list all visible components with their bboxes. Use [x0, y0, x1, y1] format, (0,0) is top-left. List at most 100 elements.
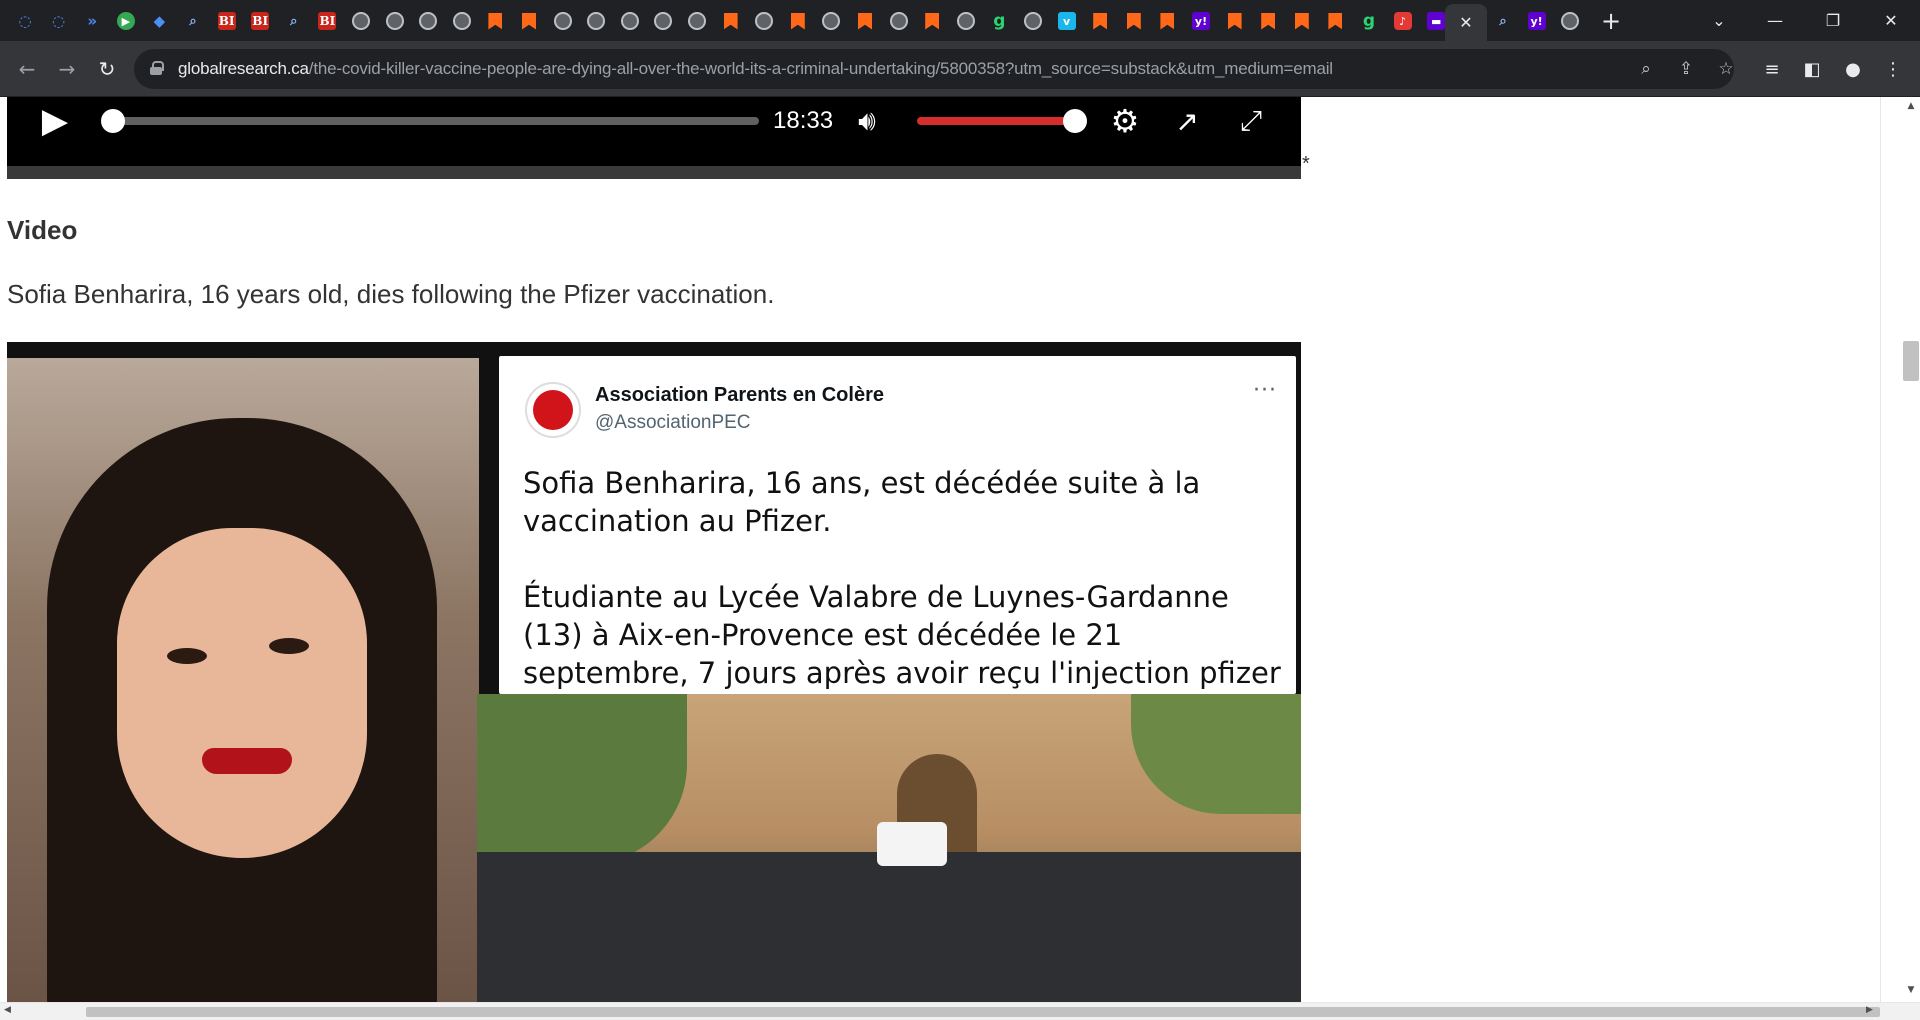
- volume-slider[interactable]: [917, 117, 1075, 125]
- browser-tab[interactable]: [785, 8, 811, 34]
- fullscreen-button[interactable]: ⤢: [1231, 101, 1271, 141]
- side-panel-icon[interactable]: ◧: [1797, 54, 1827, 84]
- browser-tab[interactable]: ◌: [12, 8, 38, 34]
- avatar-logo-icon: [533, 390, 573, 430]
- active-tab[interactable]: ✕: [1445, 4, 1487, 41]
- lock-icon[interactable]: [150, 61, 164, 75]
- bookmark-star-icon[interactable]: ☆: [1714, 58, 1738, 80]
- browser-tab[interactable]: [482, 8, 508, 34]
- share-icon[interactable]: ⇪: [1674, 58, 1698, 80]
- browser-tab[interactable]: [886, 8, 912, 34]
- browser-tab[interactable]: y!: [1524, 8, 1550, 34]
- profile-icon[interactable]: ●: [1838, 54, 1868, 84]
- popout-button[interactable]: ↗: [1167, 101, 1207, 141]
- tree-foliage: [1131, 694, 1301, 814]
- substack-bookmark-icon: [1091, 12, 1109, 30]
- minimize-button[interactable]: —: [1746, 0, 1804, 41]
- play-button[interactable]: ▶: [37, 101, 73, 141]
- funeral-photo: [477, 694, 1301, 1002]
- browser-tab[interactable]: y!: [1188, 8, 1214, 34]
- browser-tab[interactable]: ⌕: [180, 8, 206, 34]
- browser-tab[interactable]: ♪: [1390, 8, 1416, 34]
- media-control-icon[interactable]: ≡: [1757, 54, 1787, 84]
- browser-tab[interactable]: g: [986, 8, 1012, 34]
- close-tab-icon[interactable]: ✕: [1459, 13, 1472, 32]
- browser-tab[interactable]: [1154, 8, 1180, 34]
- browser-tab[interactable]: »: [79, 8, 105, 34]
- browser-tab[interactable]: BI: [247, 8, 273, 34]
- browser-tab[interactable]: [583, 8, 609, 34]
- substack-bookmark-icon: [486, 12, 504, 30]
- tab-search-button[interactable]: ⌄: [1690, 0, 1748, 41]
- seek-bar[interactable]: [113, 117, 759, 125]
- browser-tab[interactable]: ▶: [113, 8, 139, 34]
- browser-tab[interactable]: [550, 8, 576, 34]
- globe-icon: [1561, 12, 1580, 30]
- tree-foliage: [477, 694, 687, 864]
- address-bar[interactable]: globalresearch.ca/the-covid-killer-vacci…: [134, 49, 1734, 89]
- volume-handle[interactable]: [1063, 109, 1087, 133]
- browser-tab[interactable]: ⌕: [1490, 8, 1516, 34]
- close-window-button[interactable]: ✕: [1862, 0, 1920, 41]
- browser-tab[interactable]: [1121, 8, 1147, 34]
- horizontal-scrollbar[interactable]: ◀ ▶: [0, 1002, 1920, 1020]
- browser-tab[interactable]: [818, 8, 844, 34]
- browser-tab[interactable]: [1222, 8, 1248, 34]
- gear-icon: ⚙: [1110, 102, 1140, 140]
- browser-tab[interactable]: g: [1356, 8, 1382, 34]
- browser-tab[interactable]: [348, 8, 374, 34]
- bi-logo-icon: BI: [217, 12, 236, 30]
- section-heading: Video: [7, 215, 78, 245]
- scroll-right-arrow-icon[interactable]: ▶: [1866, 1005, 1873, 1015]
- browser-tab[interactable]: [650, 8, 676, 34]
- mute-button[interactable]: 🔊︎: [847, 101, 887, 141]
- browser-tab[interactable]: [1322, 8, 1348, 34]
- browser-tab[interactable]: BI: [314, 8, 340, 34]
- browser-tab[interactable]: ◌: [46, 8, 72, 34]
- browser-tab[interactable]: [1289, 8, 1315, 34]
- back-button[interactable]: ←: [12, 54, 42, 84]
- seek-handle[interactable]: [101, 109, 125, 133]
- new-tab-button[interactable]: +: [1596, 6, 1626, 36]
- footnote-asterisk: *: [1302, 153, 1310, 175]
- forward-button[interactable]: →: [52, 54, 82, 84]
- browser-tab[interactable]: [852, 8, 878, 34]
- browser-tab[interactable]: [1255, 8, 1281, 34]
- scroll-up-arrow-icon[interactable]: ▲: [1904, 101, 1918, 111]
- browser-tab[interactable]: ⌕: [281, 8, 307, 34]
- browser-tab[interactable]: [751, 8, 777, 34]
- menu-kebab-icon[interactable]: ⋮: [1878, 54, 1908, 84]
- scroll-left-arrow-icon[interactable]: ◀: [4, 1005, 11, 1015]
- zoom-icon[interactable]: ⌕: [1634, 58, 1658, 80]
- browser-tab[interactable]: [1557, 8, 1583, 34]
- reload-button[interactable]: ↻: [92, 54, 122, 84]
- video-caption: Sofia Benharira, 16 years old, dies foll…: [7, 279, 775, 309]
- browser-tab[interactable]: [617, 8, 643, 34]
- embedded-video-thumbnail[interactable]: Association Parents en Colère @Associati…: [7, 342, 1301, 1002]
- portrait-lips: [202, 748, 292, 774]
- browser-tab[interactable]: v: [1054, 8, 1080, 34]
- settings-button[interactable]: ⚙: [1105, 101, 1145, 141]
- browser-tab[interactable]: ◆: [146, 8, 172, 34]
- vertical-scroll-thumb[interactable]: [1903, 341, 1919, 381]
- player-bottom-bar: [7, 166, 1301, 179]
- url-text[interactable]: globalresearch.ca/the-covid-killer-vacci…: [178, 59, 1333, 79]
- substack-bookmark-icon: [1158, 12, 1176, 30]
- scroll-down-arrow-icon[interactable]: ▼: [1904, 985, 1918, 995]
- globe-icon: [587, 12, 606, 30]
- browser-tab[interactable]: [919, 8, 945, 34]
- browser-tab[interactable]: [449, 8, 475, 34]
- browser-tab[interactable]: [1020, 8, 1046, 34]
- browser-tab[interactable]: [415, 8, 441, 34]
- horizontal-scroll-thumb[interactable]: [86, 1007, 1880, 1017]
- browser-tab[interactable]: [1087, 8, 1113, 34]
- browser-tab[interactable]: BI: [214, 8, 240, 34]
- vertical-scrollbar[interactable]: ▲ ▼: [1880, 97, 1920, 1002]
- browser-tab[interactable]: [382, 8, 408, 34]
- restore-button[interactable]: ❐: [1804, 0, 1862, 41]
- browser-tab[interactable]: [953, 8, 979, 34]
- browser-tab[interactable]: [718, 8, 744, 34]
- portrait-photo: [7, 358, 479, 1002]
- browser-tab[interactable]: [684, 8, 710, 34]
- browser-tab[interactable]: [516, 8, 542, 34]
